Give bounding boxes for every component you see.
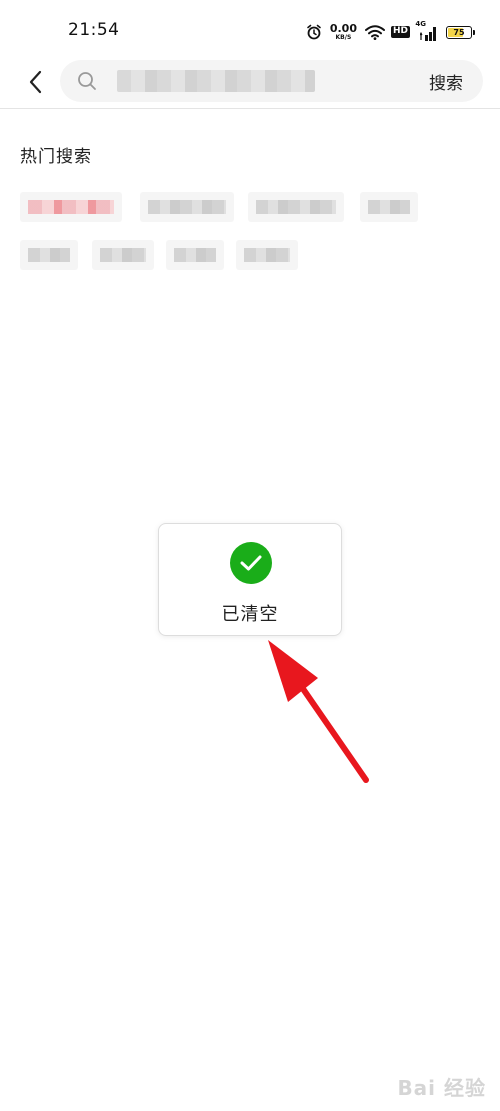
toast: 已清空 bbox=[158, 523, 342, 636]
watermark-logo: Bai 经验 bbox=[397, 1072, 486, 1101]
redacted-text bbox=[368, 200, 410, 214]
hot-search-tag[interactable] bbox=[360, 192, 418, 222]
network-speed-value: 0.00 bbox=[329, 22, 357, 35]
search-button[interactable]: 搜索 bbox=[429, 69, 463, 94]
redacted-text bbox=[174, 248, 216, 262]
hd-badge: HD bbox=[390, 26, 410, 38]
hot-search-title: 热门搜索 bbox=[20, 147, 92, 167]
top-bar: 搜索 bbox=[0, 58, 500, 108]
search-input[interactable] bbox=[108, 68, 398, 94]
search-box[interactable]: 搜索 bbox=[60, 60, 483, 102]
battery-icon: 75 bbox=[446, 25, 475, 39]
hot-search-tag[interactable] bbox=[166, 240, 224, 270]
hot-search-tag[interactable] bbox=[92, 240, 154, 270]
redacted-text bbox=[28, 248, 70, 262]
redacted-text bbox=[148, 200, 226, 214]
hot-search-tag[interactable] bbox=[20, 192, 122, 222]
hot-search-tag[interactable] bbox=[248, 192, 344, 222]
header-divider bbox=[0, 108, 500, 109]
hot-search-tag[interactable] bbox=[140, 192, 234, 222]
status-time: 21:54 bbox=[68, 20, 120, 40]
signal-icon bbox=[420, 25, 438, 41]
battery-level: 75 bbox=[453, 27, 465, 37]
alarm-icon bbox=[306, 24, 322, 40]
back-button[interactable] bbox=[20, 66, 52, 98]
redacted-text bbox=[256, 200, 336, 214]
network-speed-unit: KB/S bbox=[335, 34, 352, 41]
redacted-text bbox=[244, 248, 290, 262]
network-speed: 0.00 KB/S bbox=[330, 23, 357, 41]
status-icons: 0.00 KB/S HD 4G 75 bbox=[306, 20, 475, 44]
check-circle-icon bbox=[230, 542, 272, 584]
signal-indicator: 4G bbox=[415, 20, 438, 41]
status-bar: 21:54 0.00 KB/S HD 4G 75 bbox=[0, 0, 500, 62]
hot-search-tag[interactable] bbox=[236, 240, 298, 270]
redacted-text bbox=[100, 248, 146, 262]
wifi-icon bbox=[364, 24, 385, 40]
redacted-text bbox=[28, 200, 114, 214]
hot-search-tag[interactable] bbox=[20, 240, 78, 270]
search-icon bbox=[77, 71, 97, 95]
watermark-text: Bai 经验 bbox=[397, 1076, 486, 1100]
chevron-left-icon bbox=[29, 70, 42, 94]
toast-message: 已清空 bbox=[221, 604, 279, 625]
